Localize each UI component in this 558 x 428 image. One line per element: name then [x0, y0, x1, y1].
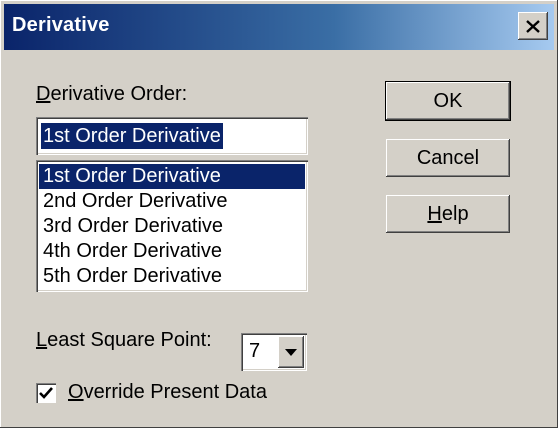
derivative-dialog: Derivative Derivative Order: 1st Order D… [0, 0, 558, 428]
list-item[interactable]: 5th Order Derivative [39, 264, 305, 289]
derivative-order-edit[interactable]: 1st Order Derivative [36, 117, 308, 155]
derivative-order-label-text: erivative Order: [50, 83, 188, 105]
close-button[interactable] [518, 12, 548, 40]
cancel-button-label: Cancel [416, 146, 480, 169]
help-label-text: elp [441, 202, 469, 225]
checkmark-icon [39, 387, 53, 399]
least-square-combo[interactable]: 7 [241, 333, 307, 371]
help-button[interactable]: Help [386, 195, 510, 233]
derivative-order-list[interactable]: 1st Order Derivative 2nd Order Derivativ… [36, 160, 308, 292]
ok-button[interactable]: OK [386, 82, 510, 120]
help-button-label: Help [427, 203, 468, 226]
list-item[interactable]: 4th Order Derivative [39, 239, 305, 264]
derivative-order-label: Derivative Order: [36, 83, 187, 106]
derivative-order-mnemonic: D [36, 83, 51, 105]
help-mnemonic: H [427, 202, 442, 225]
override-label[interactable]: Override Present Data [68, 381, 267, 404]
override-checkbox[interactable] [36, 383, 56, 403]
list-item[interactable]: 2nd Order Derivative [39, 189, 305, 214]
least-square-value: 7 [249, 340, 261, 362]
override-mnemonic: O [68, 381, 84, 403]
least-square-mnemonic: L [36, 329, 48, 351]
cancel-button[interactable]: Cancel [386, 139, 510, 177]
close-icon [526, 19, 540, 33]
title-bar[interactable]: Derivative [4, 4, 554, 50]
least-square-dropdown-button[interactable] [278, 336, 304, 368]
dialog-title: Derivative [12, 14, 110, 36]
derivative-order-edit-text: 1st Order Derivative [41, 123, 223, 149]
list-item[interactable]: 1st Order Derivative [39, 164, 305, 189]
chevron-down-icon [285, 348, 297, 356]
ok-button-label: OK [433, 89, 463, 112]
least-square-label: Least Square Point: [36, 329, 212, 352]
least-square-label-text: east Square Point: [47, 329, 212, 351]
list-item[interactable]: 3rd Order Derivative [39, 214, 305, 239]
override-label-text: verride Present Data [83, 381, 267, 403]
